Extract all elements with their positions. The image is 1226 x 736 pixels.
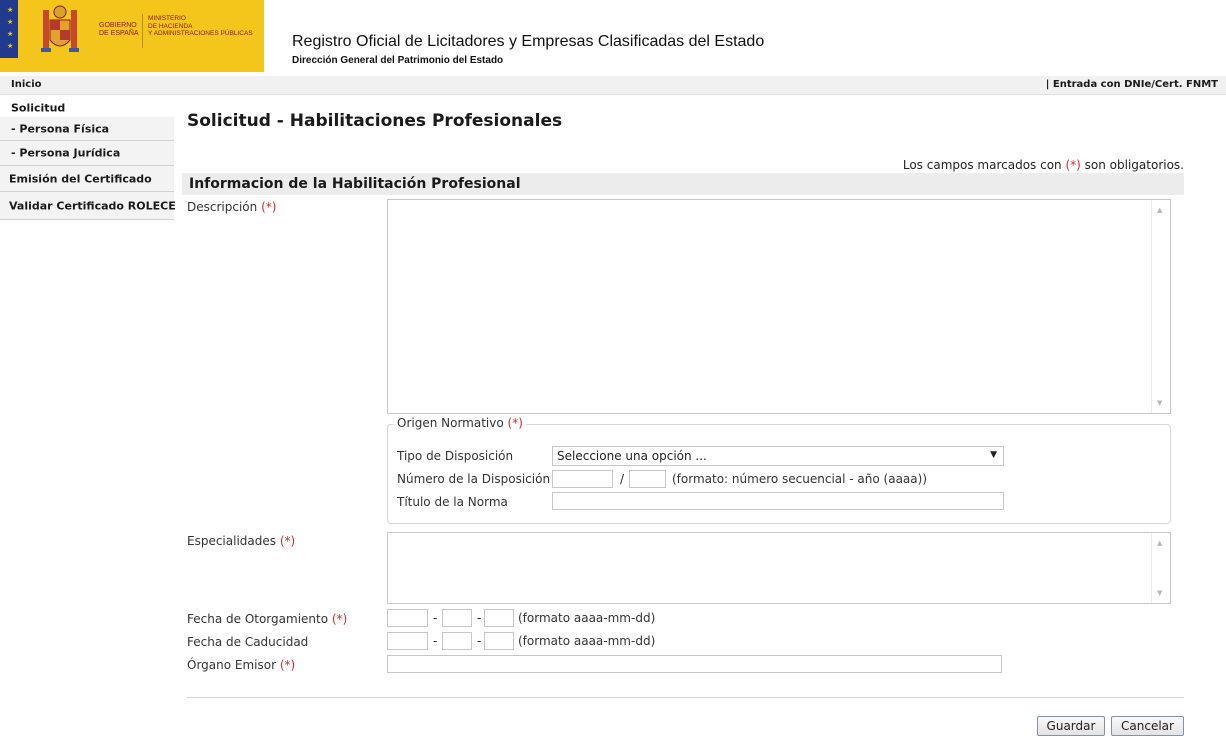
- fecha-otorgamiento-hint: (formato aaaa-mm-dd): [518, 611, 656, 625]
- nav-home-link[interactable]: Inicio: [11, 79, 42, 90]
- fecha-otorgamiento-month[interactable]: [442, 609, 472, 627]
- descripcion-label: Descripción (*): [187, 200, 277, 214]
- ministerio-text: MINISTERIO DE HACIENDA Y ADMINISTRACIONE…: [148, 15, 253, 37]
- fecha-caducidad-day[interactable]: [484, 632, 514, 650]
- required-marker: (*): [1065, 158, 1081, 172]
- scroll-down-icon: ▼: [1157, 589, 1163, 597]
- tipo-disposicion-select[interactable]: Seleccione una opción ... ▼: [552, 446, 1004, 466]
- especialidades-scrollbar[interactable]: ▲ ▼: [1151, 533, 1170, 603]
- fecha-caducidad-month[interactable]: [442, 632, 472, 650]
- gobierno-text: GOBIERNO DE ESPAÑA: [99, 22, 139, 37]
- origen-normativo-legend: Origen Normativo (*): [394, 416, 526, 430]
- date-separator: -: [433, 611, 438, 625]
- numero-separator: /: [620, 472, 625, 486]
- especialidades-textarea[interactable]: ▲ ▼: [387, 532, 1171, 604]
- organo-emisor-input[interactable]: [387, 655, 1002, 673]
- required-fields-note: Los campos marcados con (*) son obligato…: [902, 158, 1184, 172]
- descripcion-scrollbar[interactable]: ▲ ▼: [1151, 200, 1170, 413]
- site-title: Registro Oficial de Licitadores y Empres…: [292, 33, 765, 50]
- eu-flag-strip: ★ ★ ★ ★: [0, 0, 18, 58]
- anio-disposicion-input[interactable]: [629, 470, 666, 488]
- date-separator: -: [477, 634, 482, 648]
- numero-disposicion-label: Número de la Disposición: [397, 472, 551, 486]
- fecha-caducidad-hint: (formato aaaa-mm-dd): [518, 634, 656, 648]
- dnie-login-link[interactable]: | Entrada con DNIe/Cert. FNMT: [1046, 79, 1218, 90]
- titulo-norma-label: Título de la Norma: [397, 495, 508, 509]
- fecha-otorgamiento-year[interactable]: [387, 609, 428, 627]
- page-title: Solicitud - Habilitaciones Profesionales: [187, 111, 563, 131]
- date-separator: -: [477, 611, 482, 625]
- section-title: Informacion de la Habilitación Profesion…: [189, 176, 521, 192]
- sidebar-item-validar-certificado[interactable]: Validar Certificado ROLECE: [0, 192, 176, 220]
- scroll-down-icon: ▼: [1157, 399, 1163, 407]
- tipo-disposicion-label: Tipo de Disposición: [397, 449, 514, 463]
- sidebar-item-persona-juridica[interactable]: - Persona Jurídica: [0, 141, 174, 166]
- logo-divider: [142, 14, 143, 48]
- sidebar-item-solicitud[interactable]: Solicitud: [0, 99, 174, 117]
- descripcion-textarea[interactable]: ▲ ▼: [387, 199, 1171, 414]
- fecha-otorgamiento-day[interactable]: [484, 609, 514, 627]
- scroll-up-icon: ▲: [1157, 539, 1163, 547]
- coat-of-arms-icon: [41, 5, 79, 52]
- organo-emisor-label: Órgano Emisor (*): [187, 658, 296, 672]
- especialidades-label: Especialidades (*): [187, 534, 296, 548]
- titulo-norma-input[interactable]: [552, 492, 1004, 510]
- scroll-up-icon: ▲: [1157, 206, 1163, 214]
- fecha-caducidad-label: Fecha de Caducidad: [187, 635, 309, 649]
- fecha-otorgamiento-label: Fecha de Otorgamiento (*): [187, 612, 348, 626]
- top-nav-bar: Inicio | Entrada con DNIe/Cert. FNMT: [0, 76, 1226, 95]
- numero-disposicion-input[interactable]: [552, 470, 613, 488]
- sidebar-item-persona-fisica[interactable]: - Persona Física: [0, 117, 174, 141]
- date-separator: -: [433, 634, 438, 648]
- chevron-down-icon: ▼: [990, 450, 997, 460]
- site-subtitle: Dirección General del Patrimonio del Est…: [292, 55, 504, 66]
- cancelar-button[interactable]: Cancelar: [1111, 716, 1184, 736]
- section-header: Informacion de la Habilitación Profesion…: [182, 173, 1184, 195]
- numero-format-hint: (formato: número secuencial - año (aaaa)…: [672, 472, 928, 486]
- form-divider: [187, 697, 1184, 698]
- government-logo: ★ ★ ★ ★ GOBIERNO DE ESPAÑA MINISTERIO DE…: [0, 0, 264, 72]
- sidebar-item-emision-certificado[interactable]: Emisión del Certificado: [0, 166, 174, 192]
- fecha-caducidad-year[interactable]: [387, 632, 428, 650]
- guardar-button[interactable]: Guardar: [1037, 716, 1105, 736]
